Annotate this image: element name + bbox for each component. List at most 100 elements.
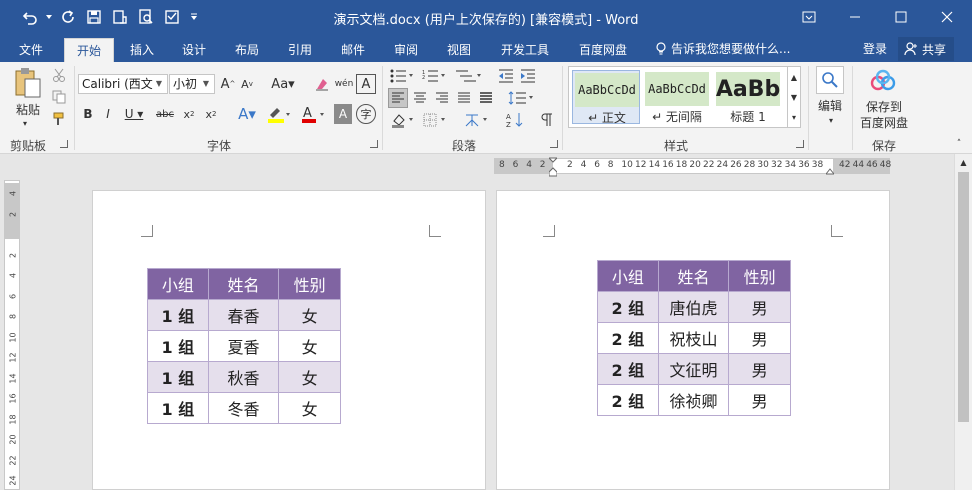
- bold-icon[interactable]: B: [80, 104, 96, 124]
- show-marks-icon[interactable]: [536, 110, 558, 130]
- line-spacing-icon[interactable]: [506, 88, 536, 108]
- cell-group[interactable]: 2 组: [597, 322, 659, 354]
- highlight-icon[interactable]: [264, 104, 294, 124]
- tab-insert[interactable]: 插入: [120, 38, 164, 62]
- clear-formatting-icon[interactable]: [312, 74, 332, 94]
- phonetic-guide-icon[interactable]: wén: [334, 74, 354, 94]
- cell-gender[interactable]: 男: [728, 384, 791, 416]
- borders-icon[interactable]: [420, 110, 450, 130]
- cell-group[interactable]: 1 组: [147, 361, 209, 393]
- tab-design[interactable]: 设计: [172, 38, 216, 62]
- format-painter-icon[interactable]: [50, 110, 68, 128]
- cell-gender[interactable]: 女: [278, 392, 341, 424]
- indent-marker-icon[interactable]: [549, 154, 557, 180]
- style-heading-1[interactable]: AaBb 标题 1: [714, 70, 782, 124]
- cell-gender[interactable]: 男: [728, 322, 791, 354]
- vertical-ruler[interactable]: 4 2 2 4 6 8 10 12 14 16 18 20 22 24: [4, 180, 20, 490]
- strikethrough-icon[interactable]: abc: [154, 104, 176, 124]
- tab-baidu-netdisk[interactable]: 百度网盘: [570, 38, 636, 62]
- maximize-icon[interactable]: [878, 0, 924, 34]
- cell-gender[interactable]: 女: [278, 330, 341, 362]
- style-normal[interactable]: AaBbCcDd ↵ 正文: [572, 70, 640, 125]
- tab-view[interactable]: 视图: [437, 38, 481, 62]
- cell-name[interactable]: 夏香: [207, 330, 280, 362]
- cell-gender[interactable]: 男: [728, 353, 791, 385]
- find-icon[interactable]: [816, 66, 844, 94]
- save-to-label-line2[interactable]: 百度网盘: [856, 114, 912, 130]
- header-group[interactable]: 小组: [597, 260, 659, 292]
- close-icon[interactable]: [924, 0, 970, 34]
- tab-review[interactable]: 审阅: [384, 38, 428, 62]
- login-link[interactable]: 登录: [863, 38, 887, 60]
- paste-icon[interactable]: [10, 66, 44, 100]
- styles-launcher-icon[interactable]: [796, 140, 804, 148]
- vertical-scrollbar[interactable]: ▲: [954, 154, 972, 490]
- increase-indent-icon[interactable]: [518, 66, 538, 86]
- character-border-icon[interactable]: A: [356, 74, 376, 94]
- justify-icon[interactable]: [454, 88, 474, 108]
- document-page-left[interactable]: 小组 姓名 性别 1 组 春香 女 1 组 夏香 女 1 组 秋香 女 1 组 …: [92, 190, 486, 490]
- editing-label[interactable]: 编辑: [812, 96, 848, 114]
- tell-me-box[interactable]: 告诉我您想要做什么...: [655, 38, 790, 60]
- cell-name[interactable]: 唐伯虎: [657, 291, 730, 323]
- group-2-table[interactable]: 小组 姓名 性别 2 组 唐伯虎 男 2 组 祝枝山 男 2 组 文征明 男 2…: [597, 260, 791, 416]
- align-center-icon[interactable]: [410, 88, 430, 108]
- enclose-characters-icon[interactable]: 字: [356, 104, 376, 124]
- paragraph-launcher-icon[interactable]: [550, 140, 558, 148]
- align-left-icon[interactable]: [388, 88, 408, 108]
- tab-developer[interactable]: 开发工具: [492, 38, 558, 62]
- style-no-spacing[interactable]: AaBbCcDd ↵ 无间隔: [643, 70, 711, 124]
- document-page-right[interactable]: 小组 姓名 性别 2 组 唐伯虎 男 2 组 祝枝山 男 2 组 文征明 男 2…: [496, 190, 890, 490]
- cell-name[interactable]: 祝枝山: [657, 322, 730, 354]
- gallery-more-icon[interactable]: ▾: [787, 107, 800, 127]
- cell-gender[interactable]: 男: [728, 291, 791, 323]
- tab-layout[interactable]: 布局: [225, 38, 269, 62]
- ribbon-display-options-icon[interactable]: [786, 0, 832, 34]
- multilevel-list-icon[interactable]: [452, 66, 484, 86]
- cell-gender[interactable]: 女: [278, 299, 341, 331]
- shrink-font-icon[interactable]: Av: [238, 74, 256, 94]
- cell-name[interactable]: 秋香: [207, 361, 280, 393]
- header-name[interactable]: 姓名: [657, 260, 730, 292]
- collapse-ribbon-icon[interactable]: ˄: [952, 138, 966, 150]
- group-1-table[interactable]: 小组 姓名 性别 1 组 春香 女 1 组 夏香 女 1 组 秋香 女 1 组 …: [147, 268, 341, 424]
- cut-icon[interactable]: [50, 66, 68, 84]
- gallery-scroll-up-icon[interactable]: ▲: [787, 67, 800, 87]
- sort-icon[interactable]: AZ: [504, 110, 526, 130]
- paste-label[interactable]: 粘贴: [8, 100, 48, 118]
- paste-dropdown-icon[interactable]: ▾: [20, 118, 30, 128]
- clipboard-launcher-icon[interactable]: [60, 140, 68, 148]
- font-launcher-icon[interactable]: [370, 140, 378, 148]
- tab-mailings[interactable]: 邮件: [331, 38, 375, 62]
- font-name-combo[interactable]: Calibri (西文 ▼: [78, 74, 168, 94]
- cell-group[interactable]: 2 组: [597, 291, 659, 323]
- superscript-icon[interactable]: x2: [202, 104, 220, 124]
- header-name[interactable]: 姓名: [207, 268, 280, 300]
- character-shading-icon[interactable]: A: [334, 104, 352, 124]
- minimize-icon[interactable]: [832, 0, 878, 34]
- decrease-indent-icon[interactable]: [496, 66, 516, 86]
- copy-icon[interactable]: [50, 88, 68, 106]
- cell-name[interactable]: 春香: [207, 299, 280, 331]
- underline-icon[interactable]: U ▾: [122, 104, 146, 124]
- cell-group[interactable]: 2 组: [597, 353, 659, 385]
- align-right-icon[interactable]: [432, 88, 452, 108]
- font-size-combo[interactable]: 小初 ▼: [169, 74, 215, 94]
- header-gender[interactable]: 性别: [728, 260, 791, 292]
- cell-group[interactable]: 1 组: [147, 299, 209, 331]
- cell-group[interactable]: 1 组: [147, 392, 209, 424]
- gallery-scroll-down-icon[interactable]: ▼: [787, 87, 800, 107]
- text-effects-icon[interactable]: A▾: [232, 104, 262, 124]
- change-case-icon[interactable]: Aa▾: [268, 74, 298, 94]
- save-to-label-line1[interactable]: 保存到: [856, 98, 912, 114]
- tab-file[interactable]: 文件: [8, 38, 54, 62]
- baidu-netdisk-icon[interactable]: [870, 68, 898, 94]
- header-group[interactable]: 小组: [147, 268, 209, 300]
- cell-name[interactable]: 冬香: [207, 392, 280, 424]
- cell-name[interactable]: 文征明: [657, 353, 730, 385]
- editing-dropdown-icon[interactable]: ▾: [826, 114, 836, 126]
- right-indent-marker-icon[interactable]: [826, 166, 834, 176]
- cell-gender[interactable]: 女: [278, 361, 341, 393]
- shading-icon[interactable]: [388, 110, 418, 130]
- scroll-up-icon[interactable]: ▲: [958, 156, 969, 168]
